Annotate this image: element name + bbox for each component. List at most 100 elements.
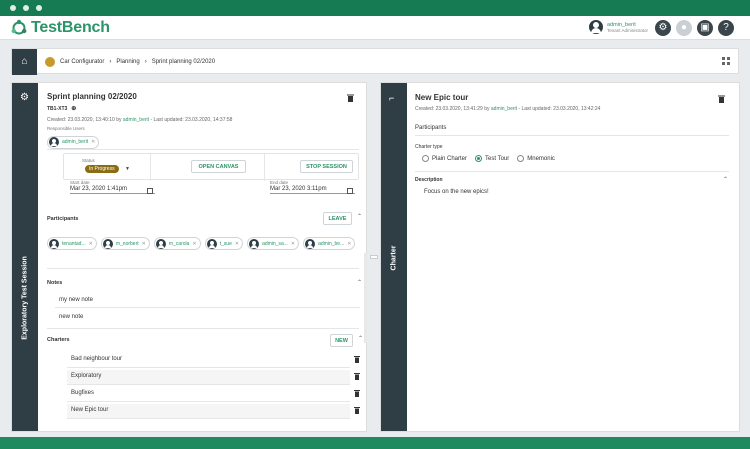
delete-charter-icon[interactable]	[718, 95, 725, 103]
charter-edit-icon[interactable]: ⌐	[389, 93, 399, 103]
delete-charter-icon[interactable]	[354, 390, 360, 397]
user-menu[interactable]: admin_berit Tenant Administrator	[589, 20, 648, 34]
remove-icon[interactable]: ✕	[91, 139, 95, 145]
user-avatar-icon	[206, 238, 217, 249]
note-item[interactable]: my new note	[59, 297, 93, 303]
chip-label: admin_be...	[318, 240, 345, 247]
session-created-by[interactable]: admin_berit	[123, 117, 149, 123]
charter-row[interactable]: Bad neighbour tour	[67, 353, 360, 368]
delete-charter-icon[interactable]	[354, 356, 360, 363]
project-gear-icon	[45, 57, 55, 67]
remove-icon[interactable]: ✕	[347, 241, 351, 247]
divider	[47, 268, 359, 269]
divider	[55, 307, 360, 308]
breadcrumb-item-project[interactable]: Car Configurator	[60, 59, 104, 65]
home-icon[interactable]: ⌂	[12, 49, 37, 75]
start-date-value: Mar 23, 2020 1:41pm	[70, 186, 128, 192]
start-date-field[interactable]: Start date Mar 23, 2020 1:41pm	[70, 180, 155, 194]
charter-name: Exploratory	[71, 373, 102, 379]
session-last-updated: - Last updated: 23.03.2020, 14:37:58	[150, 117, 233, 123]
divider	[47, 149, 359, 150]
stop-session-button[interactable]: STOP SESSION	[300, 160, 353, 173]
divider	[415, 135, 729, 136]
participant-chip[interactable]: m_carola ✕	[153, 237, 201, 250]
radio-plain-charter[interactable]: Plain Charter	[422, 155, 467, 162]
remove-icon[interactable]: ✕	[235, 241, 239, 247]
breadcrumb-item-planning[interactable]: Planning	[116, 59, 139, 65]
app-logo[interactable]: TestBench	[10, 19, 110, 37]
user-avatar-icon	[49, 137, 59, 147]
session-vertical-bar: ⚙ Exploratory Test Session	[12, 83, 38, 431]
calendar-icon[interactable]	[347, 188, 353, 194]
participant-chip[interactable]: admin_be... ✕	[303, 237, 356, 250]
breadcrumb-bar: ⌂ Car Configurator › Planning › Sprint p…	[11, 48, 739, 75]
settings-gear-icon[interactable]: ⚙	[655, 20, 671, 36]
link-icon[interactable]: ⊕	[71, 105, 76, 112]
charter-row[interactable]: Exploratory	[67, 370, 360, 385]
charter-vertical-bar: ⌐ Charter	[381, 83, 407, 431]
end-date-value: Mar 23, 2020 3:11pm	[270, 186, 327, 192]
collapse-icon[interactable]: ⌃	[723, 176, 728, 183]
help-icon[interactable]: ?	[718, 20, 734, 36]
calendar-icon[interactable]	[147, 188, 153, 194]
participants-heading: Participants	[47, 216, 79, 222]
chip-label: admin_sa...	[262, 240, 288, 247]
divider	[150, 154, 151, 181]
charter-description[interactable]: Focus on the new epics!	[424, 189, 489, 195]
app-name: TestBench	[31, 19, 110, 36]
notifications-icon[interactable]: ●	[676, 20, 692, 36]
session-settings-icon[interactable]: ⚙	[20, 93, 30, 103]
start-date-label: Start date	[70, 180, 90, 185]
charter-name: New Epic tour	[71, 407, 109, 413]
user-avatar-icon	[249, 238, 260, 249]
chip-label: tenantad...	[62, 240, 86, 247]
delete-charter-icon[interactable]	[354, 373, 360, 380]
app-window: TestBench admin_berit Tenant Administrat…	[0, 0, 750, 449]
collapse-icon[interactable]: ⌃	[357, 213, 362, 220]
description-heading: Description	[415, 177, 443, 183]
new-charter-button[interactable]: NEW	[330, 334, 353, 347]
participant-chip[interactable]: m_norbert ✕	[100, 237, 150, 250]
status-dropdown-caret-icon[interactable]: ▼	[125, 166, 130, 172]
window-minimize-dot[interactable]	[23, 5, 29, 11]
charter-content: New Epic tour Created: 23.03.2020, 13:41…	[415, 83, 733, 431]
page-footer-band	[0, 437, 750, 449]
window-close-dot[interactable]	[10, 5, 16, 11]
radio-test-tour[interactable]: Test Tour	[475, 155, 509, 162]
radio-circle-icon	[422, 155, 429, 162]
panel-resize-handle[interactable]	[370, 255, 378, 259]
remove-icon[interactable]: ✕	[142, 241, 146, 247]
panel-scrollbar[interactable]	[364, 253, 367, 343]
grid-view-icon[interactable]	[722, 57, 730, 65]
delete-charter-icon[interactable]	[354, 407, 360, 414]
participant-chip[interactable]: admin_sa... ✕	[247, 237, 300, 250]
chevron-right-icon: ›	[109, 59, 112, 65]
participant-chip[interactable]: tenantad... ✕	[47, 237, 97, 250]
note-item[interactable]: new note	[59, 314, 83, 320]
charter-created-by[interactable]: admin_berit	[491, 106, 517, 112]
delete-session-icon[interactable]	[347, 94, 354, 102]
charter-name: Bad neighbour tour	[71, 356, 123, 362]
notes-heading: Notes	[47, 280, 63, 286]
leave-button[interactable]: LEAVE	[323, 212, 352, 225]
breadcrumb: Car Configurator › Planning › Sprint pla…	[45, 57, 215, 67]
calendar-icon[interactable]: ▣	[697, 20, 713, 36]
chevron-right-icon: ›	[144, 59, 147, 65]
charter-row[interactable]: Bugfixes	[67, 387, 360, 402]
session-title: Sprint planning 02/2020	[47, 92, 137, 101]
radio-mnemonic[interactable]: Mnemonic	[517, 155, 555, 162]
participant-chip[interactable]: t_sue ✕	[204, 237, 244, 250]
collapse-icon[interactable]: ⌃	[358, 335, 363, 342]
remove-icon[interactable]: ✕	[291, 241, 295, 247]
collapse-icon[interactable]: ⌃	[357, 279, 362, 286]
remove-icon[interactable]: ✕	[89, 241, 93, 247]
open-canvas-button[interactable]: OPEN CANVAS	[191, 160, 246, 173]
status-badge[interactable]: In Progress	[85, 165, 119, 173]
remove-icon[interactable]: ✕	[192, 241, 196, 247]
end-date-field[interactable]: End date Mar 23, 2020 3:11pm	[270, 180, 355, 194]
window-maximize-dot[interactable]	[36, 5, 42, 11]
session-vertical-label: Exploratory Test Session	[21, 256, 29, 340]
breadcrumb-item-session[interactable]: Sprint planning 02/2020	[152, 59, 215, 65]
session-controls: Status In Progress ▼ OPEN CANVAS STOP SE…	[63, 153, 359, 181]
charter-row[interactable]: New Epic tour	[67, 404, 360, 419]
